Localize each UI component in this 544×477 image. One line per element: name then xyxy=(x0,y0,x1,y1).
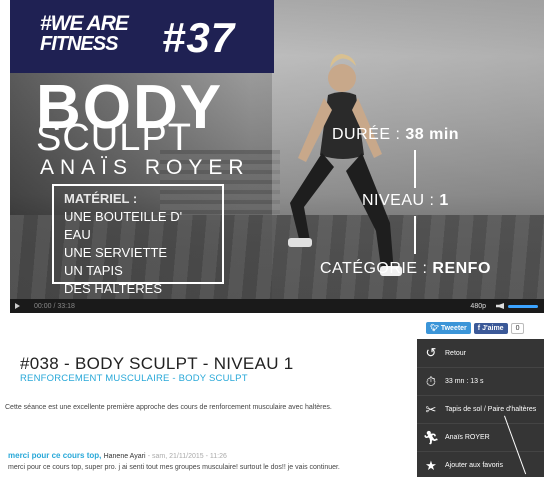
category-label: CATÉGORIE : xyxy=(320,260,433,277)
tweet-button[interactable]: 🐦︎ Tweeter xyxy=(426,322,471,334)
sidebar-item-label: Tapis de sol / Paire d'haltères xyxy=(445,406,537,413)
comment-title[interactable]: merci pour ce cours top, xyxy=(8,451,101,460)
video-player[interactable]: #WE ARE FITNESS #37 BODY SCULPT ANAÏS RO… xyxy=(10,0,544,313)
back-icon: ↺ xyxy=(425,345,437,360)
sidebar-item-back[interactable]: ↺ Retour xyxy=(417,339,544,368)
duration-value: 38 min xyxy=(405,126,460,143)
sidebar-item-coach[interactable]: 🏃︎ Anaïs ROYER xyxy=(417,424,544,452)
star-icon: ★ xyxy=(425,457,437,473)
twitter-icon: 🐦︎ xyxy=(430,325,441,332)
breadcrumb-separator: - xyxy=(169,373,179,384)
sidebar-item-label: Retour xyxy=(445,349,467,357)
tag-link[interactable]: BODY SCULPT xyxy=(179,373,248,384)
comment-header: merci pour ce cours top, Hanene Ayari - … xyxy=(8,451,227,460)
materiel-item: UNE SERVIETTE xyxy=(64,245,168,260)
stopwatch-icon: ⏱ xyxy=(425,373,437,389)
materiel-box: MATÉRIEL : UNE BOUTEILLE D' EAU UNE SERV… xyxy=(52,184,224,296)
level-value: 1 xyxy=(439,192,449,209)
category-value: RENFO xyxy=(432,260,491,277)
session-sidebar: ↺ Retour ⏱ 33 mn : 13 s ✂ Tapis de sol /… xyxy=(417,339,544,477)
sidebar-item-equipment: ✂ Tapis de sol / Paire d'haltères xyxy=(417,396,544,424)
info-divider xyxy=(414,150,416,188)
social-buttons: 🐦︎ Tweeter f J'aime 0 xyxy=(426,322,525,334)
duration-info: DURÉE : 38 min xyxy=(332,126,459,144)
video-time: 00:00 / 33:18 xyxy=(34,302,75,310)
session-description: Cette séance est une excellente première… xyxy=(5,404,332,411)
volume-icon[interactable] xyxy=(496,303,504,309)
sidebar-item-label: Ajouter aux favoris xyxy=(445,462,503,469)
comment-date: - sam, 21/11/2015 - 11:26 xyxy=(147,453,227,460)
sidebar-item-duration: ⏱ 33 mn : 13 s xyxy=(417,368,544,396)
logo-line-1: #WE ARE xyxy=(40,12,129,35)
play-icon[interactable] xyxy=(15,303,20,309)
duration-label: DURÉE : xyxy=(332,126,406,143)
materiel-item: UNE BOUTEILLE D' EAU xyxy=(64,209,183,242)
volume-slider[interactable] xyxy=(508,304,538,308)
level-info: NIVEAU : 1 xyxy=(362,192,449,210)
info-divider xyxy=(414,216,416,254)
logo-line-2: FITNESS xyxy=(40,33,118,55)
video-title-sculpt: SCULPT xyxy=(36,117,192,159)
materiel-item: UN TAPIS xyxy=(64,263,123,278)
level-label: NIVEAU : xyxy=(362,192,440,209)
facebook-like-label: J'aime xyxy=(482,324,504,332)
comment-author[interactable]: Hanene Ayari xyxy=(104,453,146,460)
sidebar-item-label: 33 mn : 13 s xyxy=(445,378,484,385)
category-breadcrumb: RENFORCEMENT MUSCULAIRE - BODY SCULPT xyxy=(20,373,248,384)
quality-selector[interactable]: 480p xyxy=(470,303,486,310)
facebook-like-button[interactable]: f J'aime xyxy=(473,322,508,334)
coach-icon: 🏃︎ xyxy=(422,429,440,445)
facebook-like-count: 0 xyxy=(510,322,525,334)
materiel-heading: MATÉRIEL : xyxy=(64,191,138,206)
tweet-label: Tweeter xyxy=(440,325,467,332)
athlete-figure xyxy=(288,54,402,276)
equipment-icon: ✂ xyxy=(425,401,437,417)
comment-body: merci pour ce cours top, super pro. j ai… xyxy=(8,464,340,471)
page-title: #038 - BODY SCULPT - NIVEAU 1 xyxy=(20,354,294,373)
category-link[interactable]: RENFORCEMENT MUSCULAIRE xyxy=(20,373,170,384)
brand-band: #WE ARE FITNESS #37 xyxy=(10,0,274,73)
materiel-item: DES HALTERES xyxy=(64,281,163,296)
episode-number: #37 xyxy=(162,14,236,61)
sidebar-item-label: Anaïs ROYER xyxy=(445,434,490,441)
video-coach-name: ANAÏS ROYER xyxy=(40,156,250,179)
video-controls: 00:00 / 33:18 480p xyxy=(10,299,544,313)
brand-logo: #WE ARE FITNESS xyxy=(40,12,129,55)
category-info: CATÉGORIE : RENFO xyxy=(320,260,491,278)
